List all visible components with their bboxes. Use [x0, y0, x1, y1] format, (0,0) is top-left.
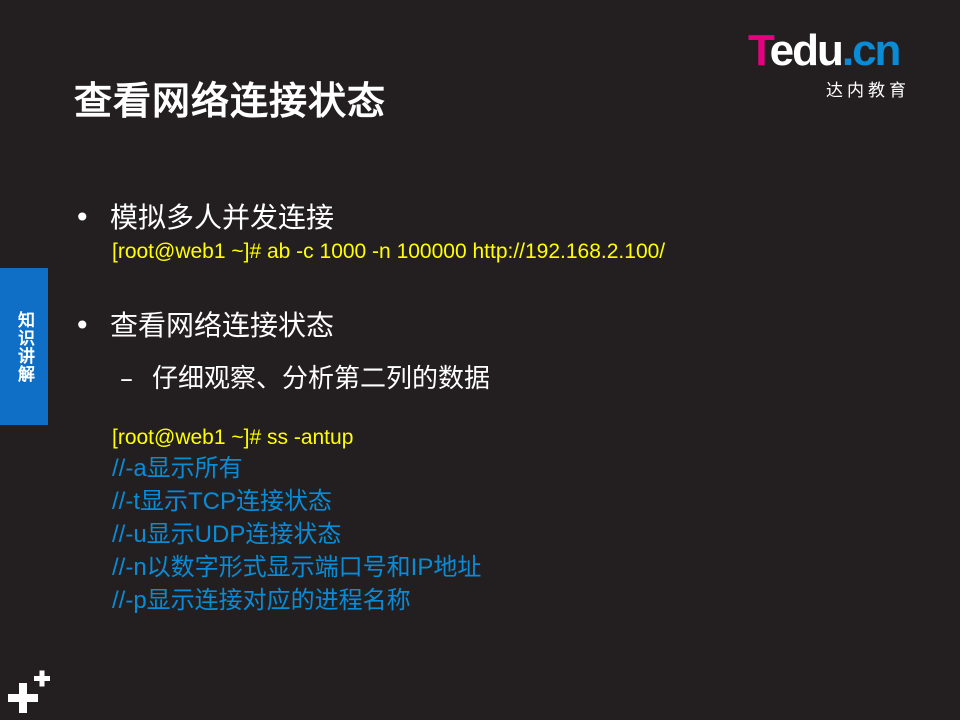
comment-line: //-p显示连接对应的进程名称: [112, 587, 411, 614]
comment-line: //-n以数字形式显示端口号和IP地址: [112, 554, 482, 581]
plus-icon: [8, 670, 50, 713]
slide-title: 查看网络连接状态: [74, 79, 387, 123]
comment-line: //-u显示UDP连接状态: [112, 521, 342, 548]
slide: 查看网络连接状态 Tedu.cn 达内教育 知识讲解 • 模拟多人并发连接 [ro…: [0, 0, 960, 720]
tedu-logo: Tedu.cn 达内教育: [748, 26, 928, 101]
sub-bullet-text: 仔细观察、分析第二列的数据: [152, 364, 491, 394]
logo-t: T: [748, 26, 772, 75]
command-ss: [root@web1 ~]# ss -antup: [112, 426, 354, 449]
logo-subtitle: 达内教育: [826, 81, 910, 101]
bullet-2-text: 查看网络连接状态: [110, 309, 335, 342]
bullet-1-text: 模拟多人并发连接: [110, 201, 335, 234]
bullet-2: • 查看网络连接状态: [74, 304, 334, 344]
side-tab: 知识讲解: [0, 268, 48, 425]
sub-bullet-marker: –: [120, 364, 133, 394]
logo-wordmark: Tedu.cn: [748, 26, 902, 76]
bullet-1: • 模拟多人并发连接: [74, 196, 334, 236]
logo-edu: edu: [769, 26, 844, 75]
comment-line: //-a显示所有: [112, 455, 243, 482]
logo-cn: .cn: [841, 26, 902, 75]
bullet-marker: •: [74, 309, 91, 342]
side-tab-label: 知识讲解: [14, 310, 34, 383]
command-ab: [root@web1 ~]# ab -c 1000 -n 100000 http…: [112, 240, 666, 263]
comment-line: //-t显示TCP连接状态: [112, 488, 332, 515]
bullet-marker: •: [74, 201, 91, 234]
sub-bullet: – 仔细观察、分析第二列的数据: [120, 358, 490, 395]
